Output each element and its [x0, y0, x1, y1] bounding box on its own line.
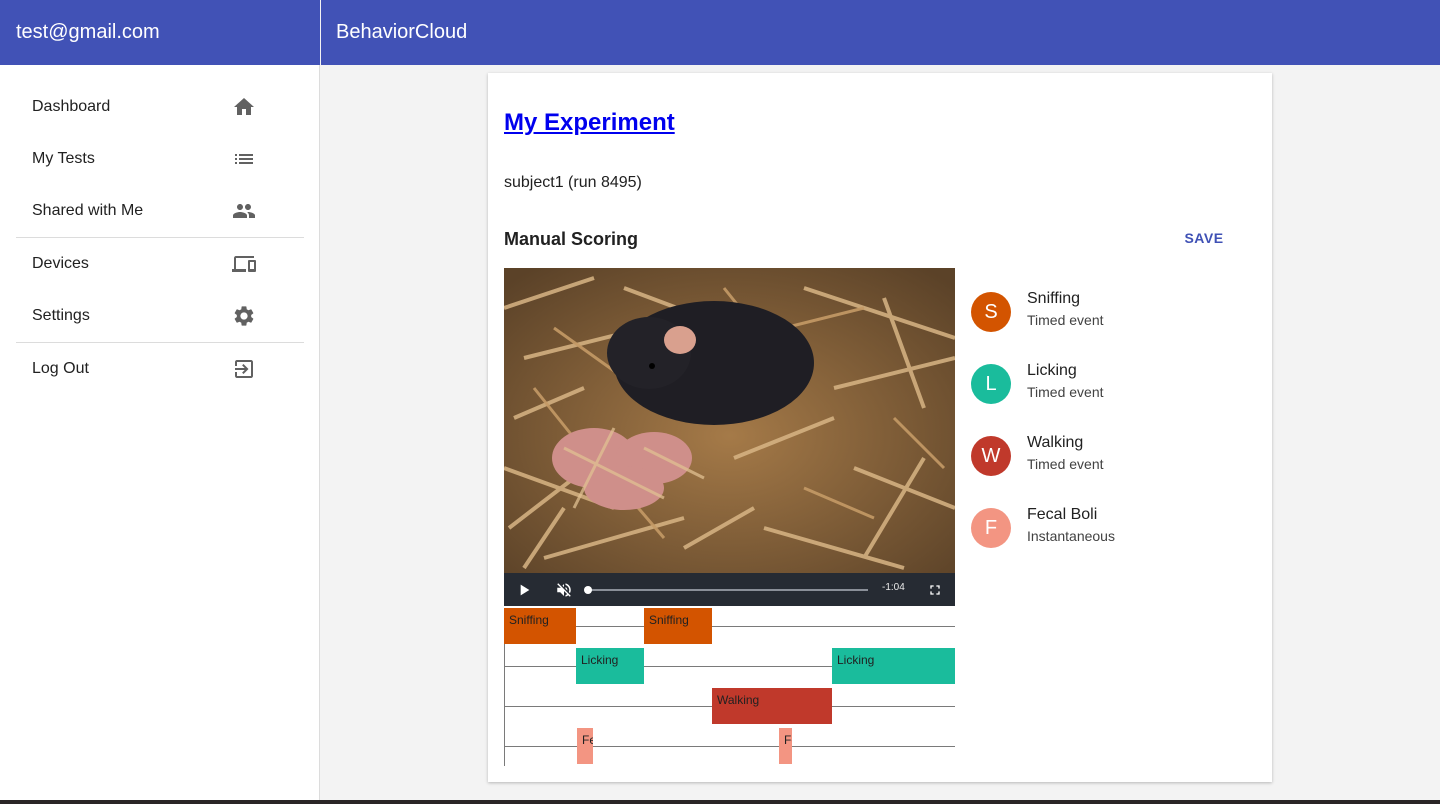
- people-icon: [233, 204, 255, 218]
- behavior-avatar: L: [971, 364, 1011, 404]
- behavior-type: Timed event: [1027, 312, 1104, 328]
- behavior-avatar: W: [971, 436, 1011, 476]
- sidebar-item-shared-with-me[interactable]: Shared with Me: [16, 185, 304, 237]
- sidebar-item-devices[interactable]: Devices: [16, 238, 304, 290]
- sidebar-item-my-tests[interactable]: My Tests: [16, 133, 304, 185]
- sidebar-item-label: Devices: [32, 255, 89, 272]
- scoring-timeline[interactable]: Sniffing Sniffing Licking Licking Walkin…: [504, 608, 955, 766]
- gear-icon: [234, 306, 254, 326]
- experiment-title-link[interactable]: My Experiment: [504, 109, 675, 137]
- timeline-segment-walking[interactable]: Walking: [712, 688, 832, 724]
- volume-muted-icon[interactable]: [555, 581, 573, 599]
- timeline-lane-fecal-boli: [504, 746, 955, 747]
- timeline-axis: [504, 644, 505, 766]
- behavior-type: Instantaneous: [1027, 528, 1115, 544]
- sidebar: Dashboard My Tests Shared with Me Device…: [0, 65, 320, 804]
- devices-icon: [232, 256, 256, 272]
- behavior-name: Sniffing: [1027, 290, 1081, 307]
- list-icon: [235, 154, 253, 164]
- timeline-segment-sniffing[interactable]: Sniffing: [504, 608, 576, 644]
- logout-icon: [235, 360, 253, 378]
- sidebar-item-label: Dashboard: [32, 98, 111, 115]
- timeline-segment-sniffing[interactable]: Sniffing: [644, 608, 712, 644]
- behavior-item-licking[interactable]: L Licking Timed event: [971, 362, 1211, 406]
- sidebar-item-log-out[interactable]: Log Out: [16, 343, 304, 395]
- play-icon[interactable]: [516, 582, 532, 598]
- home-icon: [234, 98, 254, 115]
- sidebar-item-label: Shared with Me: [32, 202, 144, 219]
- video-player[interactable]: -1:04: [504, 268, 955, 606]
- behavior-item-fecal-boli[interactable]: F Fecal Boli Instantaneous: [971, 506, 1211, 550]
- behavior-name: Walking: [1027, 434, 1084, 451]
- app-title: BehaviorCloud: [321, 0, 1440, 65]
- behavior-item-walking[interactable]: W Walking Timed event: [971, 434, 1211, 478]
- video-time-remaining: -1:04: [882, 582, 905, 593]
- video-progress-track[interactable]: [588, 589, 868, 591]
- behavior-name: Licking: [1027, 362, 1077, 379]
- video-progress-handle[interactable]: [584, 586, 592, 594]
- sidebar-item-label: Settings: [32, 307, 90, 324]
- window-bottom-edge: [0, 800, 1440, 804]
- section-title: Manual Scoring: [504, 229, 639, 249]
- behavior-type: Timed event: [1027, 456, 1104, 472]
- sidebar-item-label: My Tests: [32, 150, 95, 167]
- fullscreen-icon[interactable]: [927, 582, 943, 598]
- timeline-segment-fecal-boli[interactable]: Fe: [577, 728, 593, 764]
- sidebar-item-settings[interactable]: Settings: [16, 290, 304, 342]
- behavior-type: Timed event: [1027, 384, 1104, 400]
- behavior-item-sniffing[interactable]: S Sniffing Timed event: [971, 290, 1211, 334]
- user-email: test@gmail.com: [0, 0, 320, 65]
- sidebar-item-dashboard[interactable]: Dashboard: [16, 81, 304, 133]
- sidebar-item-label: Log Out: [32, 360, 89, 377]
- scoring-card: My Experiment subject1 (run 8495) Manual…: [488, 73, 1272, 782]
- save-button[interactable]: SAVE: [1174, 223, 1234, 253]
- behavior-name: Fecal Boli: [1027, 506, 1098, 523]
- behavior-avatar: F: [971, 508, 1011, 548]
- behavior-avatar: S: [971, 292, 1011, 332]
- timeline-segment-licking[interactable]: Licking: [832, 648, 955, 684]
- subject-run-label: subject1 (run 8495): [504, 174, 642, 191]
- timeline-segment-licking[interactable]: Licking: [576, 648, 644, 684]
- timeline-segment-fecal-boli[interactable]: Fe: [779, 728, 792, 764]
- video-controls: -1:04: [504, 573, 955, 606]
- video-frame-image: [504, 268, 955, 573]
